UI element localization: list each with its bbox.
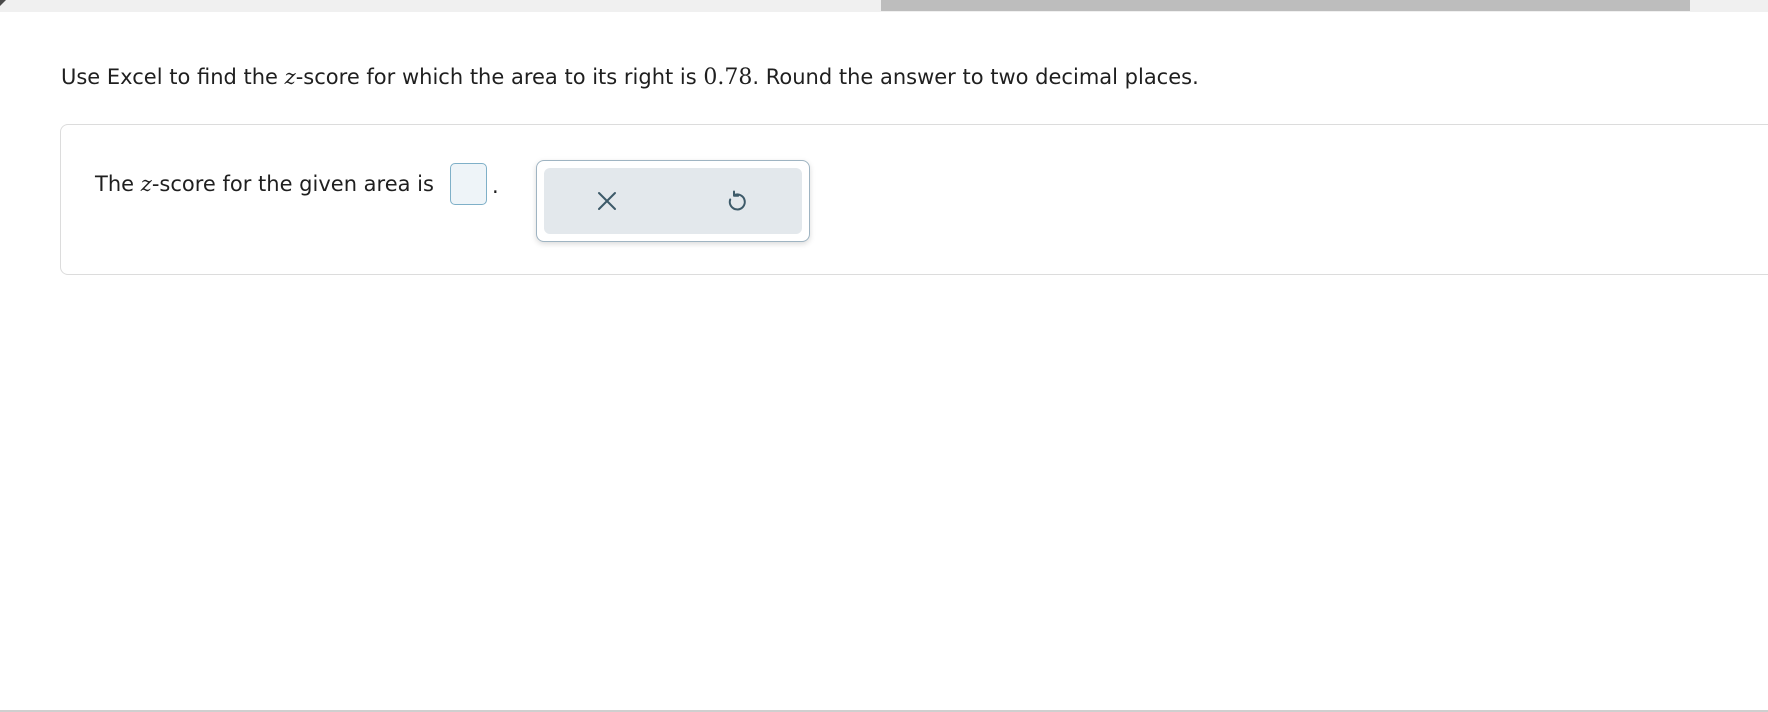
scrollbar-thumb[interactable] [881,0,1690,11]
answer-input[interactable] [450,163,487,205]
clear-button[interactable] [585,179,629,223]
answer-part-1: The [95,172,141,196]
answer-prompt: The z-score for the given area is [95,170,434,198]
scroll-left-arrow-icon[interactable] [0,0,6,6]
question-value: 0.78 [703,65,753,90]
undo-button[interactable] [715,179,759,223]
top-scrollbar[interactable] [0,0,1768,12]
answer-variable: z [140,172,152,196]
question-part-3: . Round the answer to two decimal places… [752,65,1199,89]
answer-period: . [492,174,499,198]
question-variable: z [284,65,296,89]
question-text: Use Excel to find the z-score for which … [61,63,1199,92]
math-toolbar-body [544,168,802,234]
question-part-1: Use Excel to find the [61,65,285,89]
answer-panel [60,124,1768,275]
close-icon [598,192,616,210]
question-part-2: -score for which the area to its right i… [295,65,704,89]
undo-icon [728,190,746,211]
answer-part-2: -score for the given area is [151,172,434,196]
